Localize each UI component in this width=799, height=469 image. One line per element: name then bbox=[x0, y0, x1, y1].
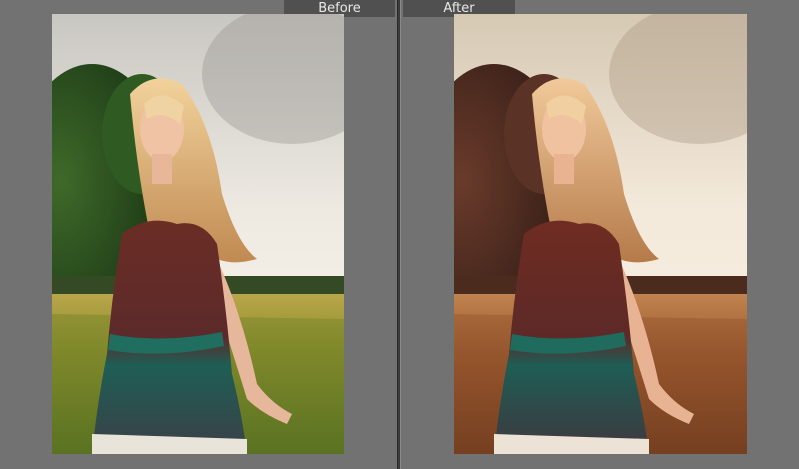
before-photo[interactable] bbox=[52, 14, 344, 454]
compare-divider[interactable] bbox=[397, 0, 401, 469]
after-photo[interactable] bbox=[454, 14, 747, 454]
